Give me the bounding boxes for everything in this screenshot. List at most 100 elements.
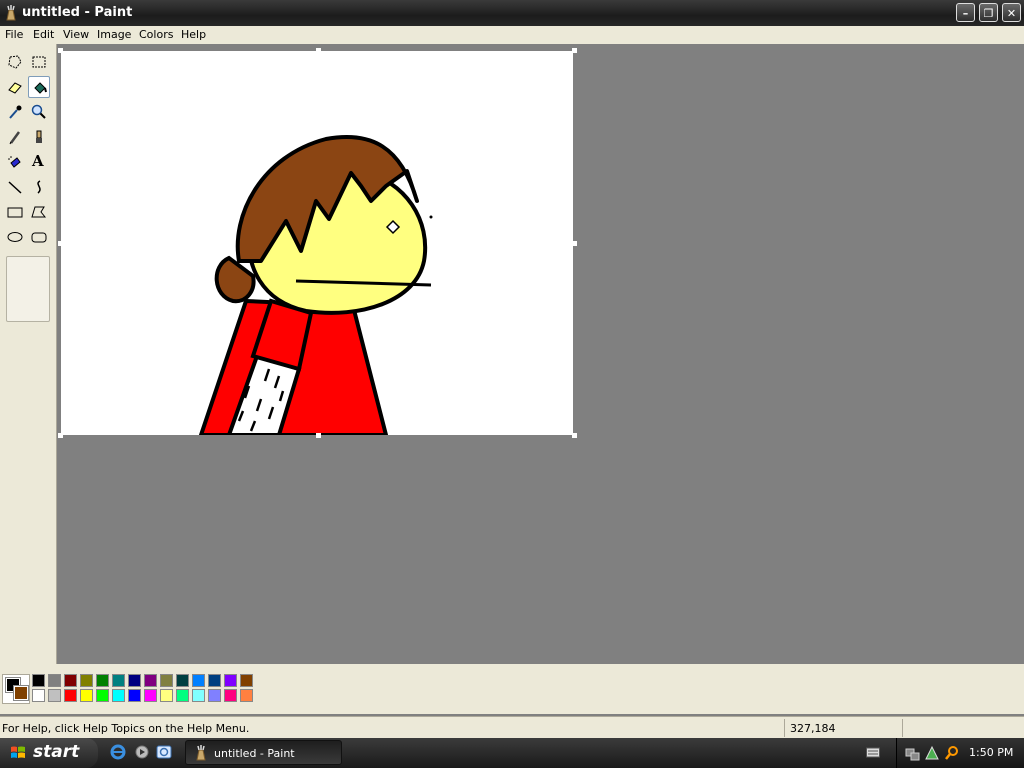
rectangle-icon — [7, 207, 23, 218]
airbrush-tool[interactable] — [4, 151, 26, 173]
status-help-text: For Help, click Help Topics on the Help … — [2, 722, 250, 735]
search-icon[interactable] — [944, 745, 960, 761]
color-swatch[interactable] — [96, 674, 109, 687]
curve-icon — [37, 180, 41, 194]
color-swatch[interactable] — [80, 689, 93, 702]
taskbar-paint-button[interactable]: untitled - Paint — [185, 740, 342, 765]
menu-view[interactable]: View — [63, 28, 89, 41]
color-swatch[interactable] — [224, 674, 237, 687]
color-swatch[interactable] — [224, 689, 237, 702]
window-title: untitled - Paint — [22, 5, 133, 20]
resize-handle-top-right — [572, 48, 577, 53]
eyedropper-icon — [9, 105, 22, 119]
menu-image[interactable]: Image — [97, 28, 131, 41]
pencil-icon — [9, 131, 21, 145]
color-swatch[interactable] — [32, 689, 45, 702]
cursor-coordinates: 327,184 — [790, 722, 836, 735]
color-swatch[interactable] — [208, 674, 221, 687]
airbrush-icon — [8, 156, 21, 168]
menu-help[interactable]: Help — [181, 28, 206, 41]
color-swatch[interactable] — [144, 674, 157, 687]
color-swatch[interactable] — [112, 689, 125, 702]
status-divider — [902, 719, 903, 737]
resize-handle-top-left — [58, 48, 63, 53]
eraser-icon — [8, 82, 22, 94]
close-button[interactable]: ✕ — [1002, 3, 1021, 22]
resize-handle-left — [58, 241, 63, 246]
minimize-button[interactable]: – — [956, 3, 975, 22]
color-swatch[interactable] — [128, 674, 141, 687]
text-icon: A — [32, 152, 44, 170]
taskbar: start untitled - Paint 1:50 PM — [0, 738, 1024, 768]
color-swatch[interactable] — [96, 689, 109, 702]
color-swatch[interactable] — [48, 689, 61, 702]
resize-handle-top — [316, 48, 321, 53]
color-palette — [0, 664, 1024, 714]
restore-button[interactable]: ❐ — [979, 3, 998, 22]
color-swatch[interactable] — [240, 689, 253, 702]
media-icon[interactable] — [134, 744, 150, 760]
ie-browser-icon[interactable] — [156, 744, 172, 760]
color-swatch[interactable] — [144, 689, 157, 702]
color-swatch[interactable] — [128, 689, 141, 702]
magnifier-icon — [31, 104, 46, 119]
paint-bucket-icon — [34, 82, 47, 94]
line-icon — [8, 181, 22, 194]
safely-remove-icon[interactable] — [924, 745, 940, 761]
text-tool[interactable]: A — [28, 151, 50, 173]
brush-tool[interactable] — [28, 126, 50, 148]
color-swatch[interactable] — [48, 674, 61, 687]
polygon-tool[interactable] — [28, 201, 50, 223]
color-swatch[interactable] — [240, 674, 253, 687]
color-swatch[interactable] — [192, 689, 205, 702]
rect-select-icon — [32, 56, 46, 68]
drawing-canvas[interactable] — [61, 51, 573, 437]
brush-icon — [36, 130, 42, 143]
menu-colors[interactable]: Colors — [139, 28, 173, 41]
curve-tool[interactable] — [28, 176, 50, 198]
rounded-rect-icon — [31, 232, 47, 243]
taskbar-paint-label: untitled - Paint — [214, 747, 295, 760]
ellipse-icon — [7, 232, 23, 242]
eraser-tool[interactable] — [4, 76, 26, 98]
resize-handle-bottom-right[interactable] — [572, 433, 577, 438]
free-form-select-tool[interactable] — [4, 51, 26, 73]
rectangle-tool[interactable] — [4, 201, 26, 223]
line-tool[interactable] — [4, 176, 26, 198]
color-swatch[interactable] — [176, 689, 189, 702]
color-swatch[interactable] — [64, 674, 77, 687]
color-swatch[interactable] — [208, 689, 221, 702]
internet-explorer-icon[interactable] — [110, 744, 126, 760]
resize-handle-bottom[interactable] — [316, 433, 321, 438]
color-swatch[interactable] — [160, 689, 173, 702]
magnifier-tool[interactable] — [28, 101, 50, 123]
color-swatch[interactable] — [160, 674, 173, 687]
select-tool[interactable] — [28, 51, 50, 73]
color-swatch[interactable] — [192, 674, 205, 687]
keyboard-icon[interactable] — [866, 747, 880, 759]
tool-options-box[interactable] — [6, 256, 50, 322]
ellipse-tool[interactable] — [4, 226, 26, 248]
color-swatch[interactable] — [176, 674, 189, 687]
color-swatch[interactable] — [112, 674, 125, 687]
resize-handle-bottom-left — [58, 433, 63, 438]
rounded-rectangle-tool[interactable] — [28, 226, 50, 248]
color-swatch[interactable] — [32, 674, 45, 687]
paint-icon — [196, 745, 206, 761]
fill-tool[interactable] — [28, 76, 50, 98]
network-icon[interactable] — [905, 745, 921, 761]
menu-edit[interactable]: Edit — [33, 28, 54, 41]
current-colors[interactable] — [2, 674, 30, 704]
menu-file[interactable]: File — [5, 28, 23, 41]
resize-handle-right[interactable] — [572, 241, 577, 246]
pencil-tool[interactable] — [4, 126, 26, 148]
menu-bar: File Edit View Image Colors Help — [0, 26, 1024, 44]
free-form-select-icon — [8, 55, 22, 69]
paint-icon — [6, 5, 16, 21]
color-swatch[interactable] — [64, 689, 77, 702]
clock: 1:50 PM — [969, 746, 1014, 759]
pick-color-tool[interactable] — [4, 101, 26, 123]
color-swatch[interactable] — [80, 674, 93, 687]
polygon-icon — [31, 206, 47, 218]
start-button[interactable]: start — [0, 738, 98, 768]
